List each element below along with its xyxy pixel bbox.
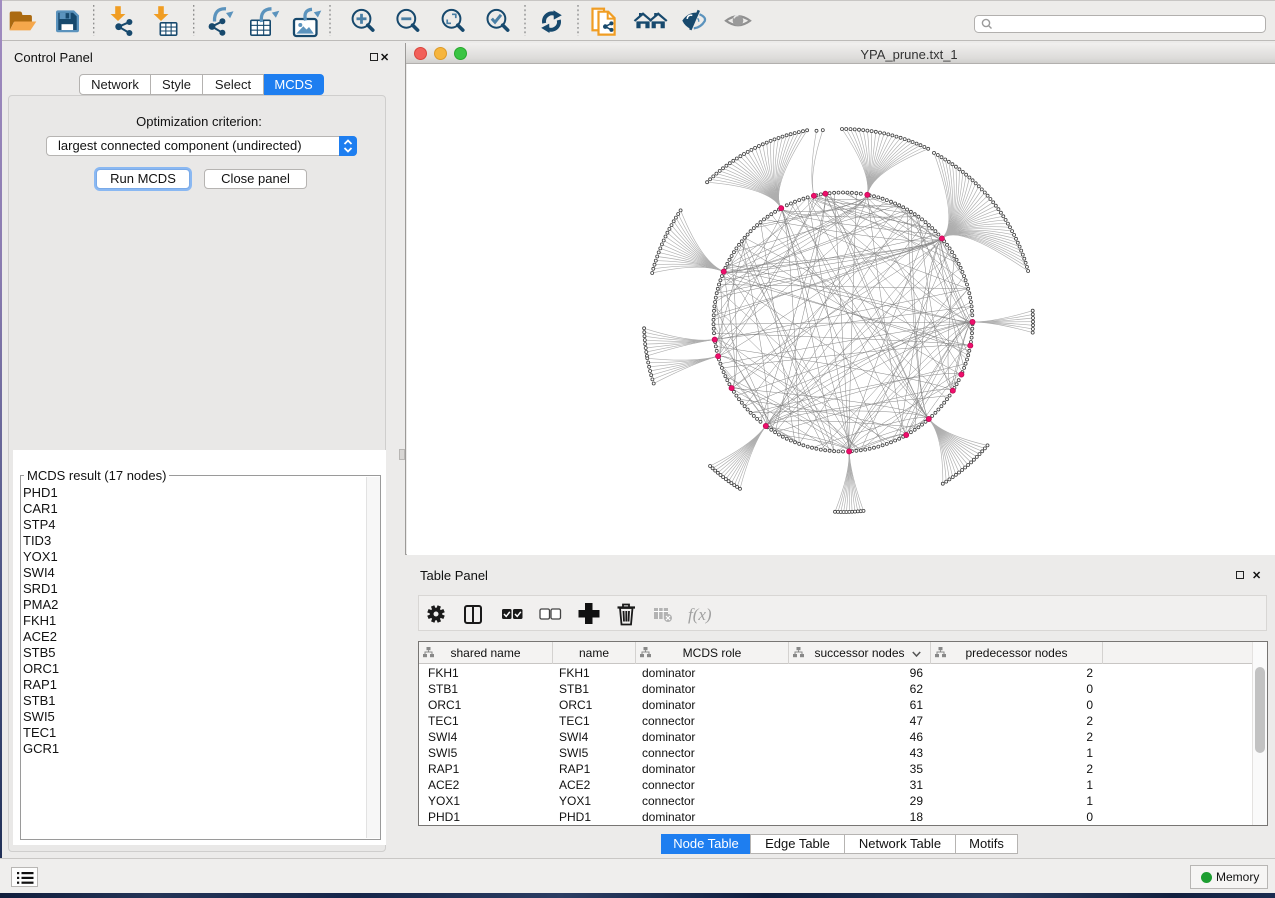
svg-text:f(x): f(x) (688, 605, 712, 624)
